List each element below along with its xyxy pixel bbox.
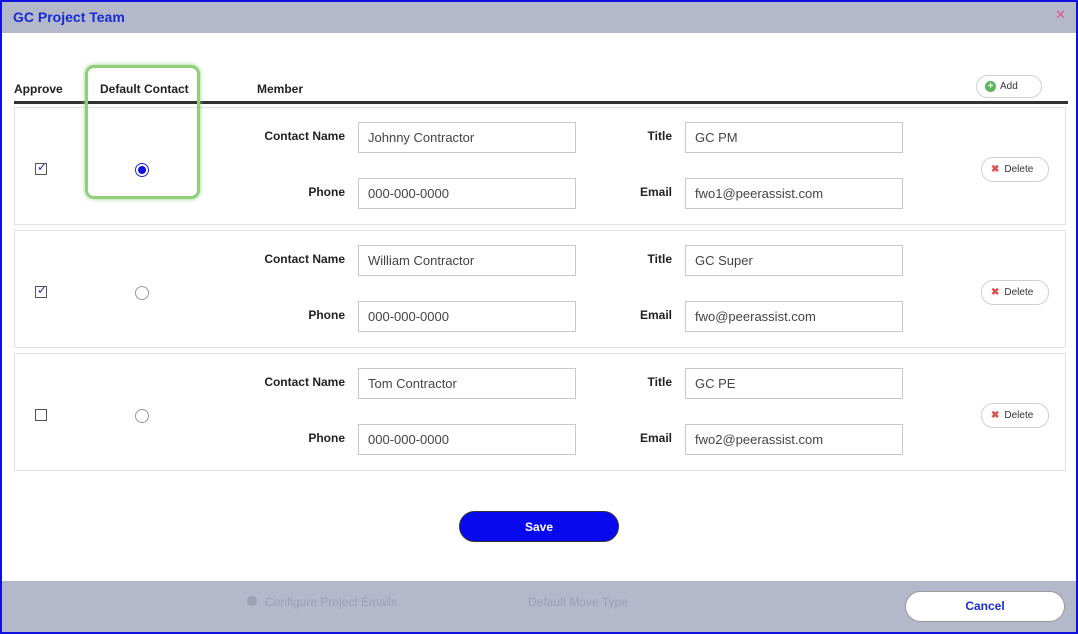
- title-label: Title: [647, 129, 672, 143]
- delete-button[interactable]: ✖ Delete: [981, 280, 1049, 305]
- phone-label: Phone: [308, 431, 345, 445]
- default-contact-highlight: [85, 65, 200, 199]
- member-header: Member: [257, 82, 304, 96]
- background-item-move-type: Default Move Type: [528, 595, 628, 609]
- email-input[interactable]: fwo2@peerassist.com: [685, 424, 903, 455]
- delete-label: Delete: [1004, 164, 1034, 175]
- title-label: Title: [647, 375, 672, 389]
- email-input[interactable]: fwo@peerassist.com: [685, 301, 903, 332]
- contact-name-label: Contact Name: [264, 129, 345, 143]
- delete-label: Delete: [1004, 287, 1034, 298]
- title-input[interactable]: GC PM: [685, 122, 903, 153]
- default-contact-radio[interactable]: [135, 409, 149, 423]
- dialog-title: GC Project Team: [13, 9, 125, 25]
- save-button[interactable]: Save: [459, 511, 619, 542]
- email-label: Email: [639, 308, 672, 322]
- add-label: Add: [1000, 81, 1018, 92]
- approve-checkbox[interactable]: ✓: [35, 283, 48, 298]
- delete-button[interactable]: ✖ Delete: [981, 403, 1049, 428]
- close-icon[interactable]: ✕: [1055, 7, 1066, 23]
- contact-name-input[interactable]: Johnny Contractor: [358, 122, 576, 153]
- settings-icon: [247, 596, 257, 606]
- phone-label: Phone: [308, 308, 345, 322]
- delete-label: Delete: [1004, 410, 1034, 421]
- default-contact-radio[interactable]: [135, 286, 149, 300]
- phone-input[interactable]: 000-000-0000: [358, 301, 576, 332]
- check-icon: ✓: [37, 283, 48, 297]
- delete-button[interactable]: ✖ Delete: [981, 157, 1049, 182]
- contact-name-input[interactable]: William Contractor: [358, 245, 576, 276]
- contact-name-label: Contact Name: [264, 252, 345, 266]
- contact-name-input[interactable]: Tom Contractor: [358, 368, 576, 399]
- phone-label: Phone: [308, 185, 345, 199]
- phone-input[interactable]: 000-000-0000: [358, 178, 576, 209]
- title-input[interactable]: GC PE: [685, 368, 903, 399]
- delete-x-icon: ✖: [991, 164, 1000, 175]
- delete-x-icon: ✖: [991, 410, 1000, 421]
- phone-input[interactable]: 000-000-0000: [358, 424, 576, 455]
- add-member-button[interactable]: + Add: [976, 75, 1042, 98]
- email-input[interactable]: fwo1@peerassist.com: [685, 178, 903, 209]
- email-label: Email: [639, 185, 672, 199]
- member-row: Contact Name Tom Contractor Title GC PE …: [14, 353, 1066, 471]
- email-label: Email: [639, 431, 672, 445]
- dialog-titlebar: GC Project Team ✕: [2, 2, 1076, 33]
- plus-icon: +: [985, 81, 996, 92]
- gc-project-team-dialog: GC Project Team ✕ Approve Default Contac…: [0, 0, 1078, 634]
- approve-checkbox[interactable]: [35, 409, 47, 421]
- title-label: Title: [647, 252, 672, 266]
- title-input[interactable]: GC Super: [685, 245, 903, 276]
- approve-header: Approve: [14, 82, 63, 96]
- delete-x-icon: ✖: [991, 287, 1000, 298]
- member-row: ✓ Contact Name William Contractor Title …: [14, 230, 1066, 348]
- contact-name-label: Contact Name: [264, 375, 345, 389]
- approve-checkbox[interactable]: ✓: [35, 160, 48, 175]
- cancel-button[interactable]: Cancel: [905, 591, 1065, 622]
- background-item-emails: Configure Project Emails: [265, 595, 398, 609]
- check-icon: ✓: [37, 160, 48, 174]
